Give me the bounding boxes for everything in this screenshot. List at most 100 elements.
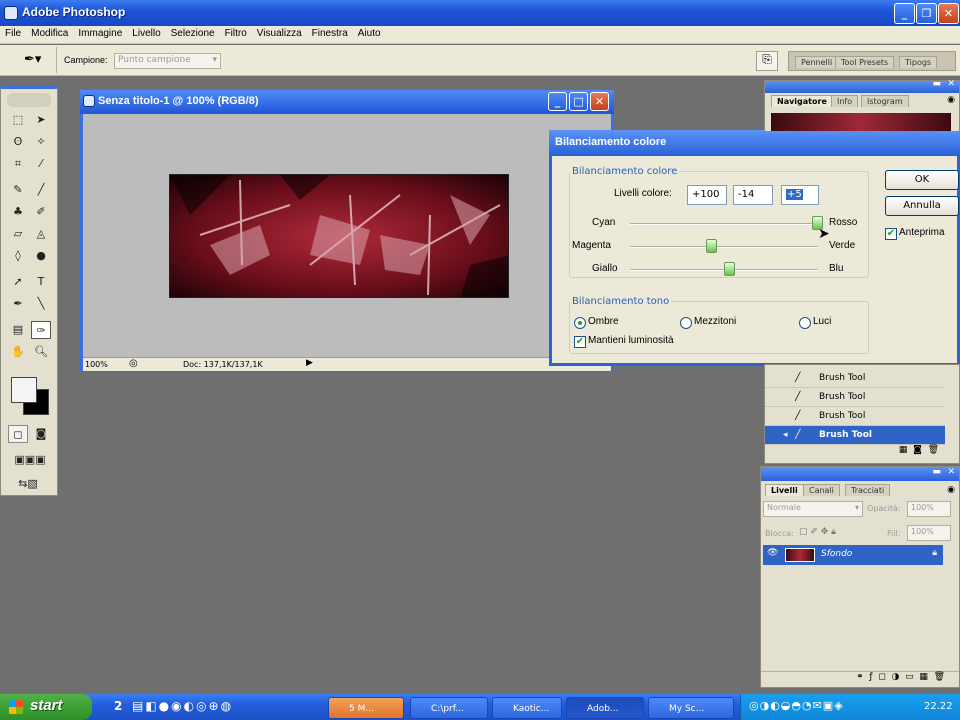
zoom-level[interactable]: 100% xyxy=(85,360,108,369)
tray-icons[interactable]: ◎◑◐◒◓◔✉▣◈ xyxy=(749,699,844,712)
cancel-button[interactable]: Annulla xyxy=(885,196,959,216)
tab-info[interactable]: Info xyxy=(831,95,859,107)
panel-menu-icon[interactable]: ◉ xyxy=(947,485,955,495)
panel-menu-icon[interactable]: ◉ xyxy=(947,95,955,105)
panel-close-icon[interactable]: ✕ xyxy=(947,467,955,477)
minimize-button[interactable]: _ xyxy=(894,3,915,24)
new-document-icon[interactable]: ▦ xyxy=(899,445,908,455)
preview-checkbox[interactable]: ✔ xyxy=(885,228,897,240)
taskbar-task[interactable]: My Sc... xyxy=(648,697,734,719)
blend-mode-select[interactable]: Normale ▾ xyxy=(763,501,863,517)
menu-livello[interactable]: Livello xyxy=(127,26,165,39)
paint-bucket-tool-icon[interactable]: ◬ xyxy=(31,225,51,243)
tab-tool-presets[interactable]: Tool Presets xyxy=(835,56,895,68)
mask-icon[interactable]: ◻ xyxy=(878,672,885,682)
tone-midtones-radio[interactable] xyxy=(680,317,692,329)
opacity-input[interactable]: 100% xyxy=(907,501,951,517)
doc-minimize-button[interactable]: _ xyxy=(548,92,567,111)
history-item[interactable]: ╱ Brush Tool xyxy=(765,369,945,388)
tab-tipogs[interactable]: Tipogs xyxy=(899,56,938,68)
start-button[interactable]: start xyxy=(0,694,92,720)
marquee-tool-icon[interactable]: ⬚ xyxy=(8,111,28,129)
level-magenta-green-input[interactable]: -14 xyxy=(733,185,773,205)
screen-mode-icons[interactable]: ▣▣▣ xyxy=(6,451,54,469)
tab-tracciati[interactable]: Tracciati xyxy=(845,484,891,496)
path-selection-tool-icon[interactable]: ➚ xyxy=(8,273,28,291)
history-item-selected[interactable]: ◂ ╱ Brush Tool xyxy=(765,426,945,445)
pen-tool-icon[interactable]: ✒ xyxy=(8,295,28,313)
tab-livelli[interactable]: Livelli xyxy=(765,484,804,496)
brush-tool-icon[interactable]: ╱ xyxy=(31,181,51,199)
adjustment-icon[interactable]: ◑ xyxy=(891,672,899,682)
history-brush-tool-icon[interactable]: ✐ xyxy=(31,203,51,221)
fill-input[interactable]: 100% xyxy=(907,525,951,541)
doc-close-button[interactable]: ✕ xyxy=(590,92,609,111)
layer-row-sfondo[interactable]: 👁︎ Sfondo 🔒︎ xyxy=(763,545,943,565)
notes-tool-icon[interactable]: ▤ xyxy=(8,321,28,339)
tab-histogram[interactable]: Istogram xyxy=(861,95,909,107)
trash-icon[interactable]: 🗑︎ xyxy=(928,445,939,455)
snapshot-icon[interactable]: ◙ xyxy=(913,445,922,455)
menu-selezione[interactable]: Selezione xyxy=(166,26,220,39)
file-browser-icon[interactable]: ⎘ xyxy=(756,51,778,71)
jump-to-imageready-icon[interactable]: ⇆▧ xyxy=(8,475,48,493)
tab-navigator[interactable]: Navigatore xyxy=(771,95,833,107)
level-yellow-blue-input[interactable]: +5 xyxy=(781,185,819,205)
tone-shadows-radio[interactable] xyxy=(574,317,586,329)
layer-style-icon[interactable]: ƒ xyxy=(869,672,872,682)
image-canvas[interactable] xyxy=(169,174,509,298)
eyedropper-tool-icon[interactable]: ✑ xyxy=(31,321,51,339)
sample-select[interactable]: Punto campione ▾ xyxy=(114,53,221,69)
taskbar-task-active[interactable]: Adob... xyxy=(566,697,644,719)
link-icon[interactable]: ⚭ xyxy=(856,672,864,682)
menu-aiuto[interactable]: Aiuto xyxy=(353,26,386,39)
menu-filtro[interactable]: Filtro xyxy=(220,26,252,39)
new-layer-icon[interactable]: ▦ xyxy=(919,672,928,682)
navigator-thumbnail[interactable] xyxy=(771,113,951,131)
taskbar-task[interactable]: Kaotic... xyxy=(492,697,562,719)
status-menu-arrow-icon[interactable]: ▶ xyxy=(306,358,313,368)
line-tool-icon[interactable]: ╲ xyxy=(31,295,51,313)
slice-tool-icon[interactable]: ⁄ xyxy=(31,155,51,173)
menu-modifica[interactable]: Modifica xyxy=(26,26,73,39)
doc-maximize-button[interactable]: □ xyxy=(569,92,588,111)
menu-finestra[interactable]: Finestra xyxy=(307,26,353,39)
panel-close-icon[interactable]: ✕ xyxy=(947,79,955,89)
taskbar-task[interactable]: C:\prf... xyxy=(410,697,488,719)
magic-wand-tool-icon[interactable]: ✧ xyxy=(31,133,51,151)
clone-stamp-tool-icon[interactable]: ♣ xyxy=(8,203,28,221)
ok-button[interactable]: OK xyxy=(885,170,959,190)
tab-pennelli[interactable]: Pennelli xyxy=(795,56,839,68)
move-tool-icon[interactable]: ➤ xyxy=(31,111,51,129)
dodge-tool-icon[interactable]: ● xyxy=(31,247,51,265)
quickmask-mode-icon[interactable]: ◙ xyxy=(31,425,51,443)
restore-button[interactable]: ❐ xyxy=(916,3,937,24)
type-tool-icon[interactable]: T xyxy=(31,273,51,291)
taskbar-task[interactable]: 5 M... xyxy=(328,697,404,719)
zoom-tool-icon[interactable]: 🔍︎ xyxy=(31,343,51,361)
standard-mode-icon[interactable]: ◻ xyxy=(8,425,28,443)
history-item[interactable]: ╱ Brush Tool xyxy=(765,388,945,407)
folder-icon[interactable]: ▭ xyxy=(905,672,914,682)
level-cyan-red-input[interactable]: +100 xyxy=(687,185,727,205)
menu-visualizza[interactable]: Visualizza xyxy=(252,26,307,39)
panel-minimize-icon[interactable]: ▬ xyxy=(932,79,941,89)
healing-brush-tool-icon[interactable]: ✎ xyxy=(8,181,28,199)
eraser-tool-icon[interactable]: ▱ xyxy=(8,225,28,243)
visibility-eye-icon[interactable]: 👁︎ xyxy=(767,548,778,558)
lock-icons[interactable]: ▢ ✐ ✥ 🔒︎ xyxy=(799,527,836,537)
slider3-thumb[interactable] xyxy=(724,262,735,276)
preserve-luminosity-checkbox[interactable]: ✔ xyxy=(574,336,586,348)
close-button[interactable]: ✕ xyxy=(938,3,959,24)
lasso-tool-icon[interactable]: ʘ xyxy=(8,133,28,151)
quick-launch-icons[interactable]: ▤◧●◉◐◎⊕◍ xyxy=(132,699,322,715)
history-item[interactable]: ╱ Brush Tool xyxy=(765,407,945,426)
slider2-thumb[interactable] xyxy=(706,239,717,253)
menu-file[interactable]: File xyxy=(0,26,26,39)
menu-immagine[interactable]: Immagine xyxy=(73,26,127,39)
hand-tool-icon[interactable]: ✋ xyxy=(8,343,28,361)
eyedropper-preset-icon[interactable]: ✒▾ xyxy=(24,52,41,67)
crop-tool-icon[interactable]: ⌗ xyxy=(8,155,28,173)
tone-highlights-radio[interactable] xyxy=(799,317,811,329)
panel-minimize-icon[interactable]: ▬ xyxy=(932,467,941,477)
